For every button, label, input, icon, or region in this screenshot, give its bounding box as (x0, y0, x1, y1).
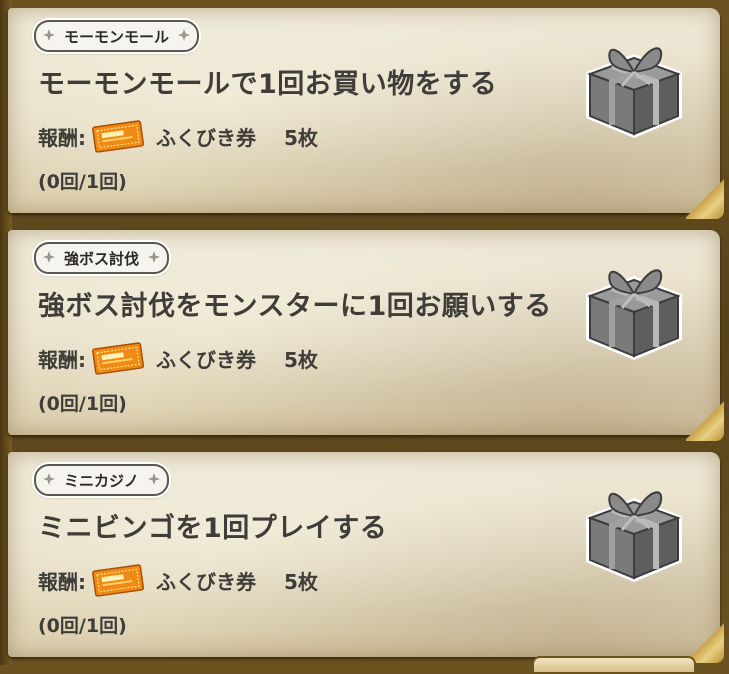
reward-item-name: ふくびき券 (156, 347, 256, 372)
mission-category-tag: 強ボス討伐 (34, 242, 170, 274)
ornament-icon (147, 473, 160, 485)
ornament-icon (178, 29, 191, 41)
mission-category-tag: モーモンモール (34, 20, 200, 52)
bottom-panel-tab[interactable] (532, 656, 696, 674)
ornament-icon (43, 29, 55, 41)
reward-quantity: 5枚 (284, 125, 318, 150)
ticket-icon (92, 120, 145, 153)
reward-quantity: 5枚 (284, 569, 318, 594)
mission-progress: (0回/1回) (38, 393, 127, 415)
mission-category-label: 強ボス討伐 (64, 249, 140, 268)
mission-title: モーモンモールで1回お買い物をする (38, 69, 498, 100)
mission-progress: (0回/1回) (38, 171, 127, 193)
mission-progress: (0回/1回) (38, 615, 127, 637)
gift-box-icon (586, 47, 682, 138)
mission-category-label: ミニカジノ (64, 471, 139, 490)
ornament-icon (43, 473, 55, 485)
mission-reward: 報酬: ふくびき券 5枚 (38, 119, 318, 153)
gift-box-icon (586, 269, 682, 360)
reward-label: 報酬: (38, 347, 86, 372)
ornament-icon (148, 251, 161, 263)
mission-category-tag: ミニカジノ (34, 464, 169, 496)
ticket-icon (92, 342, 145, 375)
reward-quantity: 5枚 (284, 347, 318, 372)
paper-curl (686, 179, 724, 219)
reward-label: 報酬: (38, 125, 86, 150)
mission-title: 強ボス討伐をモンスターに1回お願いする (38, 291, 552, 322)
reward-item-name: ふくびき券 (156, 125, 256, 150)
mission-category-label: モーモンモール (64, 27, 170, 46)
gift-box-icon (586, 491, 682, 582)
mission-reward: 報酬: ふくびき券 5枚 (38, 341, 318, 375)
ornament-icon (43, 251, 55, 263)
mission-title: ミニビンゴを1回プレイする (38, 513, 388, 544)
reward-label: 報酬: (38, 569, 86, 594)
reward-item-name: ふくびき券 (156, 569, 256, 594)
paper-curl (686, 401, 724, 441)
ticket-icon (92, 564, 145, 597)
mission-reward: 報酬: ふくびき券 5枚 (38, 563, 318, 597)
mission-card-mini-casino[interactable]: ミニカジノ ミニビンゴを1回プレイする 報酬: ふくびき券 5枚 (0回/1回) (8, 452, 724, 663)
mission-card-boss[interactable]: 強ボス討伐 強ボス討伐をモンスターに1回お願いする 報酬: ふくびき券 5枚 (… (8, 230, 724, 441)
mission-card-momon-mall[interactable]: モーモンモール モーモンモールで1回お買い物をする 報酬: ふくびき券 5枚 (… (8, 8, 724, 219)
